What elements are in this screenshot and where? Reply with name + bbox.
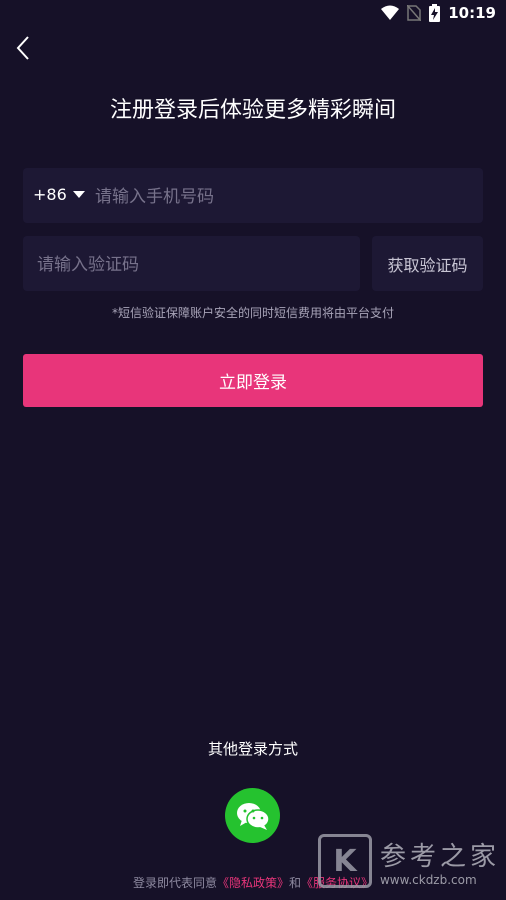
wifi-icon (381, 5, 400, 20)
code-input[interactable] (35, 250, 349, 280)
country-code-label: +86 (33, 185, 67, 204)
country-code-selector[interactable]: +86 (33, 185, 85, 204)
status-icons: 10:19 (381, 4, 496, 22)
no-sim-icon (407, 5, 422, 21)
agreement-conjunction: 和 (289, 876, 302, 890)
code-field (23, 236, 360, 291)
login-button[interactable]: 立即登录 (23, 354, 483, 407)
status-time: 10:19 (448, 4, 496, 22)
privacy-policy-link[interactable]: 《隐私政策》 (217, 876, 289, 890)
phone-input[interactable] (93, 182, 477, 212)
wechat-login-button[interactable] (225, 788, 280, 843)
wechat-icon (236, 802, 270, 830)
page-title: 注册登录后体验更多精彩瞬间 (109, 98, 396, 123)
phone-field: +86 (23, 168, 483, 223)
agreement-prefix: 登录即代表同意 (132, 876, 217, 890)
watermark-logo: K (317, 834, 372, 888)
other-login-title: 其他登录方式 (207, 740, 298, 758)
get-code-button[interactable]: 获取验证码 (372, 236, 483, 291)
status-bar: 10:19 (0, 0, 506, 28)
watermark: K 参考之家 www.ckdzb.com (317, 834, 500, 888)
battery-charging-icon (429, 4, 441, 22)
watermark-name: 参考之家 (379, 841, 500, 872)
sms-notice: *短信验证保障账户安全的同时短信费用将由平台支付 (111, 306, 394, 320)
back-arrow-icon[interactable] (10, 33, 40, 63)
caret-down-icon (72, 191, 85, 198)
watermark-text: 参考之家 www.ckdzb.com (380, 836, 500, 887)
watermark-url: www.ckdzb.com (379, 872, 477, 887)
